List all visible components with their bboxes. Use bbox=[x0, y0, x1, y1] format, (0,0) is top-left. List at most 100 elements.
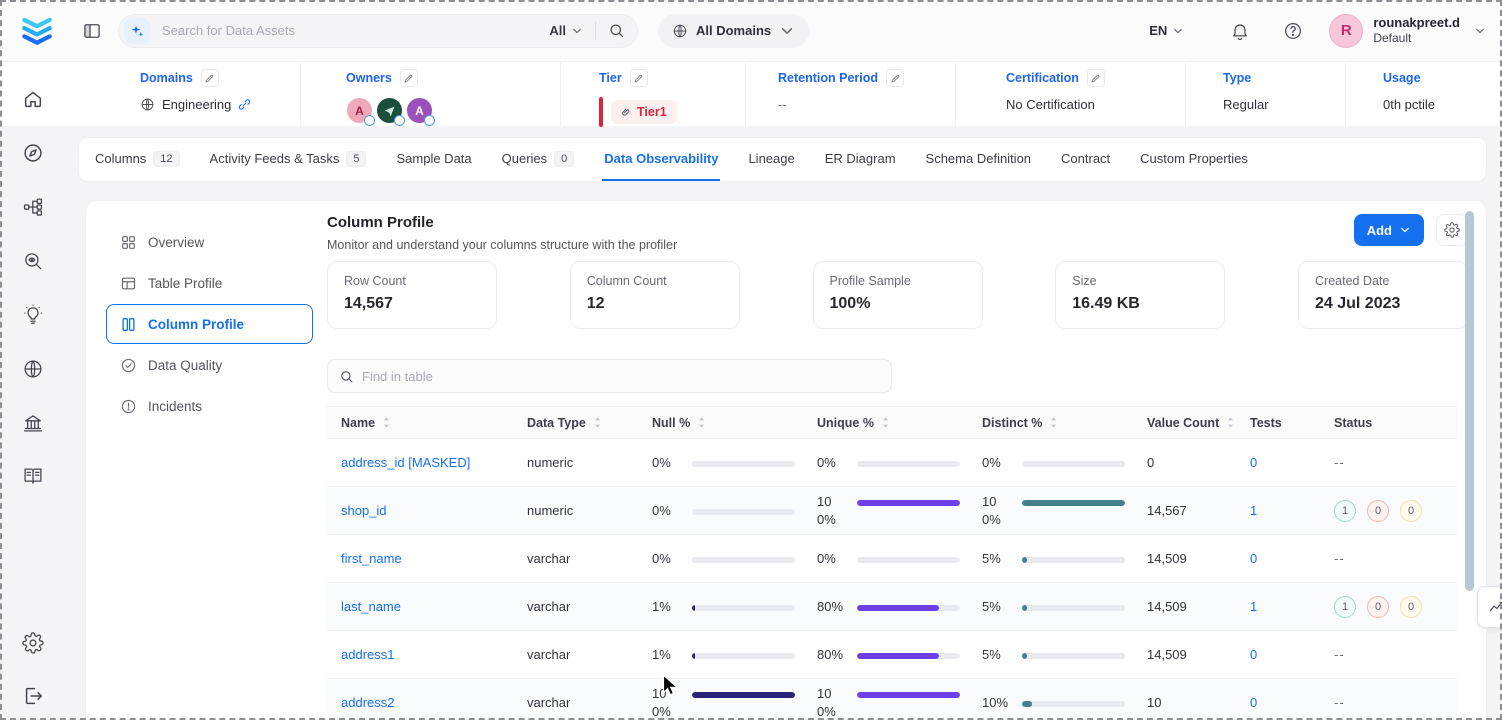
tab-lineage[interactable]: Lineage bbox=[746, 138, 796, 181]
sort-icon[interactable] bbox=[1049, 417, 1058, 428]
tab-queries[interactable]: Queries0 bbox=[500, 138, 577, 181]
tests-count-link[interactable]: 0 bbox=[1250, 695, 1257, 710]
search-scope-dropdown[interactable]: All bbox=[549, 23, 583, 38]
sidebar-item-data-quality[interactable]: Data Quality bbox=[106, 345, 313, 385]
column-name-link[interactable]: shop_id bbox=[341, 503, 387, 518]
owner-avatar[interactable]: A bbox=[346, 97, 373, 124]
tests-count-link[interactable]: 1 bbox=[1250, 599, 1257, 614]
sidebar-item-column-profile[interactable]: Column Profile bbox=[106, 304, 313, 344]
sidebar-item-incidents[interactable]: Incidents bbox=[106, 386, 313, 426]
stat-card-created-date: Created Date24 Jul 2023 bbox=[1298, 261, 1468, 329]
tests-count-link[interactable]: 0 bbox=[1250, 647, 1257, 662]
sidebar-item-table-profile[interactable]: Table Profile bbox=[106, 263, 313, 303]
column-name-link[interactable]: last_name bbox=[341, 599, 401, 614]
tab-sample-data[interactable]: Sample Data bbox=[394, 138, 473, 181]
edit-domains-button[interactable] bbox=[201, 69, 219, 87]
owner-avatar[interactable]: A bbox=[406, 97, 433, 124]
vertical-scrollbar[interactable] bbox=[1465, 211, 1474, 591]
chevron-down-icon bbox=[1172, 25, 1184, 37]
status-badge-yellow[interactable]: 0 bbox=[1400, 596, 1422, 618]
explore-icon[interactable] bbox=[22, 142, 44, 164]
user-avatar[interactable]: R bbox=[1329, 14, 1363, 48]
language-selector[interactable]: EN bbox=[1149, 23, 1184, 38]
floating-tour-widget[interactable] bbox=[1477, 586, 1502, 628]
tab-data-observability[interactable]: Data Observability bbox=[602, 138, 720, 181]
logout-icon[interactable] bbox=[22, 685, 44, 707]
edit-owners-button[interactable] bbox=[400, 69, 418, 87]
entity-tab-bar: Columns12 Activity Feeds & Tasks5 Sample D… bbox=[78, 137, 1487, 182]
settings-icon[interactable] bbox=[22, 632, 44, 654]
cell-name: first_name bbox=[327, 551, 527, 566]
search-input[interactable] bbox=[162, 23, 549, 38]
observability-icon[interactable] bbox=[22, 250, 44, 272]
status-badge-teal[interactable]: 1 bbox=[1334, 500, 1356, 522]
sort-icon[interactable] bbox=[382, 417, 391, 428]
sort-icon[interactable] bbox=[697, 417, 706, 428]
tab-activity-feeds-tasks[interactable]: Activity Feeds & Tasks5 bbox=[208, 138, 369, 181]
edit-tier-button[interactable] bbox=[630, 69, 648, 87]
column-header-value-count: Value Count bbox=[1147, 416, 1250, 430]
insights-icon[interactable] bbox=[22, 304, 44, 326]
top-navbar: All All Domains EN R rounakpreet.d Defau… bbox=[0, 0, 1502, 62]
sort-icon[interactable] bbox=[593, 417, 602, 428]
sort-icon[interactable] bbox=[881, 417, 890, 428]
column-name-link[interactable]: first_name bbox=[341, 551, 402, 566]
tests-count-link[interactable]: 0 bbox=[1250, 455, 1257, 470]
link-icon[interactable] bbox=[238, 98, 251, 111]
tests-count-link[interactable]: 1 bbox=[1250, 503, 1257, 518]
column-name-link[interactable]: address_id [MASKED] bbox=[341, 455, 470, 470]
govern-icon[interactable] bbox=[22, 412, 44, 434]
status-badge-yellow[interactable]: 0 bbox=[1400, 500, 1422, 522]
owner-edit-badge[interactable] bbox=[364, 115, 375, 126]
tab-contract[interactable]: Contract bbox=[1059, 138, 1112, 181]
notifications-bell-icon[interactable] bbox=[1230, 21, 1250, 41]
owner-avatar[interactable] bbox=[376, 97, 403, 124]
column-name-link[interactable]: address2 bbox=[341, 695, 394, 710]
glossary-icon[interactable] bbox=[22, 465, 44, 487]
global-search[interactable]: All bbox=[118, 14, 638, 48]
lineage-icon[interactable] bbox=[22, 196, 44, 218]
search-icon[interactable] bbox=[608, 22, 625, 39]
percent-label: 0% bbox=[982, 454, 1014, 472]
tab-columns[interactable]: Columns12 bbox=[93, 138, 182, 181]
ai-sparkle-icon[interactable] bbox=[124, 18, 150, 44]
cell-unique-percent: 0% bbox=[817, 550, 982, 568]
sidebar-item-overview[interactable]: Overview bbox=[106, 222, 313, 262]
tests-count-link[interactable]: 0 bbox=[1250, 551, 1257, 566]
column-name-link[interactable]: address1 bbox=[341, 647, 394, 662]
cell-unique-percent: 80% bbox=[817, 598, 982, 616]
tab-er-diagram[interactable]: ER Diagram bbox=[823, 138, 898, 181]
domains-icon[interactable] bbox=[22, 358, 44, 380]
tab-label: Contract bbox=[1061, 151, 1110, 166]
add-button[interactable]: Add bbox=[1354, 214, 1424, 246]
stat-value: 12 bbox=[587, 295, 723, 313]
percent-label: 0% bbox=[817, 454, 849, 472]
cell-data-type: varchar bbox=[527, 647, 652, 662]
tab-schema-definition[interactable]: Schema Definition bbox=[924, 138, 1034, 181]
user-menu[interactable]: R rounakpreet.d Default bbox=[1329, 14, 1486, 48]
all-domains-button[interactable]: All Domains bbox=[658, 14, 809, 48]
sidebar-item-label: Table Profile bbox=[148, 276, 222, 291]
home-icon[interactable] bbox=[22, 88, 44, 110]
overview-icon bbox=[120, 234, 137, 251]
find-in-table-input[interactable] bbox=[362, 369, 880, 384]
sort-icon[interactable] bbox=[1226, 417, 1235, 428]
domain-value[interactable]: Engineering bbox=[162, 97, 231, 112]
owner-edit-badge[interactable] bbox=[394, 115, 405, 126]
edit-retention-period-button[interactable] bbox=[886, 69, 904, 87]
status-badge-red[interactable]: 0 bbox=[1367, 500, 1389, 522]
tier-badge[interactable]: Tier1 bbox=[611, 100, 677, 124]
column-header-label: Tests bbox=[1250, 416, 1282, 430]
meta-label: Certification bbox=[1006, 71, 1079, 85]
status-badge-red[interactable]: 0 bbox=[1367, 596, 1389, 618]
openmetadata-logo[interactable] bbox=[18, 12, 56, 50]
status-badge-teal[interactable]: 1 bbox=[1334, 596, 1356, 618]
tab-custom-properties[interactable]: Custom Properties bbox=[1138, 138, 1250, 181]
edit-certification-button[interactable] bbox=[1087, 69, 1105, 87]
profiler-settings-button[interactable] bbox=[1436, 214, 1468, 246]
help-icon[interactable] bbox=[1283, 21, 1303, 41]
tab-label: ER Diagram bbox=[825, 151, 896, 166]
table-search[interactable] bbox=[327, 359, 892, 393]
sidebar-toggle-icon[interactable] bbox=[82, 21, 102, 41]
owner-edit-badge[interactable] bbox=[424, 115, 435, 126]
